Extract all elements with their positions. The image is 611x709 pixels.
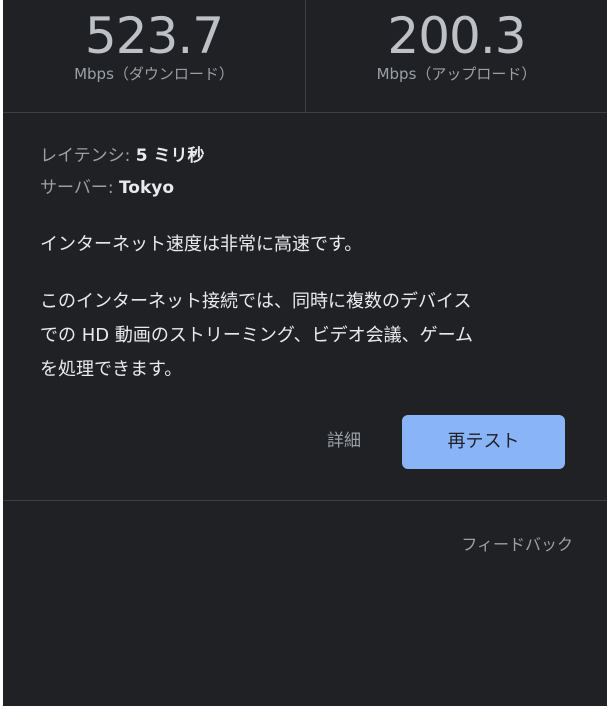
latency-value: 5 ミリ秒 — [135, 146, 205, 166]
upload-result: 200.3 Mbps（アップロード） — [306, 0, 607, 112]
description-line: このインターネット接続では、同時に複数のデバイス — [40, 291, 472, 312]
speed-test-panel: 523.7 Mbps（ダウンロード） 200.3 Mbps（アップロード） レイ… — [3, 0, 607, 706]
speed-summary: インターネット速度は非常に高速です。 — [40, 234, 363, 255]
server-value: Tokyo — [118, 178, 175, 198]
details-link[interactable]: 詳細 — [319, 426, 369, 456]
latency-row: レイテンシ: 5 ミリ秒 — [40, 140, 580, 172]
server-label: サーバー: — [40, 178, 119, 198]
description-line: を処理できます。 — [40, 359, 183, 380]
speed-results: 523.7 Mbps（ダウンロード） 200.3 Mbps（アップロード） — [3, 0, 607, 113]
upload-speed-unit: Mbps（アップロード） — [376, 65, 537, 83]
download-result: 523.7 Mbps（ダウンロード） — [3, 0, 306, 112]
feedback-link[interactable]: フィードバック — [423, 530, 573, 560]
divider — [3, 500, 607, 501]
server-row: サーバー: Tokyo — [40, 172, 580, 204]
latency-label: レイテンシ: — [40, 146, 136, 166]
download-speed-unit: Mbps（ダウンロード） — [74, 65, 234, 83]
speed-description: このインターネット接続では、同時に複数のデバイス での HD 動画のストリーミン… — [40, 285, 575, 387]
retest-button[interactable]: 再テスト — [402, 415, 565, 469]
upload-speed-value: 200.3 — [387, 7, 526, 65]
download-speed-value: 523.7 — [84, 7, 224, 65]
description-line: での HD 動画のストリーミング、ビデオ会議、ゲーム — [40, 325, 474, 346]
